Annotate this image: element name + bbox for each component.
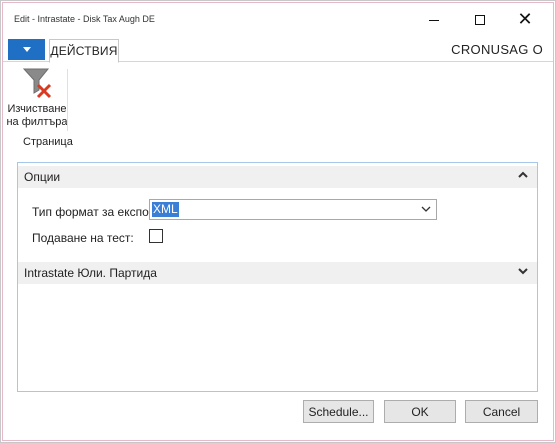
app-menu-button[interactable] [8, 39, 45, 60]
close-icon: ✕ [517, 9, 533, 30]
title-bar: Edit - Intrastate - Disk Tax Augh DE ✕ [0, 0, 556, 38]
dropdown-arrow-icon [22, 47, 31, 52]
test-submission-label: Подаване на тест: [32, 231, 134, 245]
clear-filter-label-line1: Изчистване [7, 103, 67, 115]
ribbon-divider [67, 69, 68, 131]
format-type-value: XML [152, 202, 179, 217]
chevron-up-icon[interactable] [517, 168, 529, 182]
maximize-icon [475, 15, 485, 25]
clear-filter-label: Изчистване на филтъра [6, 103, 68, 129]
minimize-button[interactable] [412, 6, 456, 34]
clear-filter-icon [22, 68, 52, 99]
clear-filter-label-line2: на филтъра [6, 116, 68, 128]
company-name: CRONUSAG O [451, 42, 543, 57]
fasttab-batch-title: Intrastate Юли. Партида [24, 266, 157, 280]
ribbon-group-label: Страница [23, 136, 73, 148]
schedule-button[interactable]: Schedule... [303, 400, 374, 423]
fasttab-batch[interactable]: Intrastate Юли. Партида [18, 262, 537, 284]
minimize-icon [429, 19, 439, 21]
ribbon-panel: Изчистване на филтъра Страница [3, 63, 553, 151]
chevron-down-icon[interactable] [517, 264, 529, 278]
format-type-select[interactable]: XML [149, 199, 437, 220]
cancel-button[interactable]: Cancel [465, 400, 538, 423]
fasttab-options[interactable]: Опции [18, 166, 537, 188]
ribbon-tab-bar: ДЕЙСТВИЯ CRONUSAG O [3, 38, 553, 63]
close-button[interactable]: ✕ [503, 6, 547, 34]
window-title: Edit - Intrastate - Disk Tax Augh DE [14, 14, 155, 24]
test-submission-checkbox[interactable] [149, 229, 163, 243]
clear-filter-button[interactable]: Изчистване на филтъра [6, 65, 68, 135]
chevron-down-icon [421, 206, 431, 212]
fasttab-options-title: Опции [24, 170, 61, 184]
tab-actions[interactable]: ДЕЙСТВИЯ [49, 39, 119, 63]
maximize-button[interactable] [458, 6, 502, 34]
ok-button[interactable]: OK [384, 400, 456, 423]
